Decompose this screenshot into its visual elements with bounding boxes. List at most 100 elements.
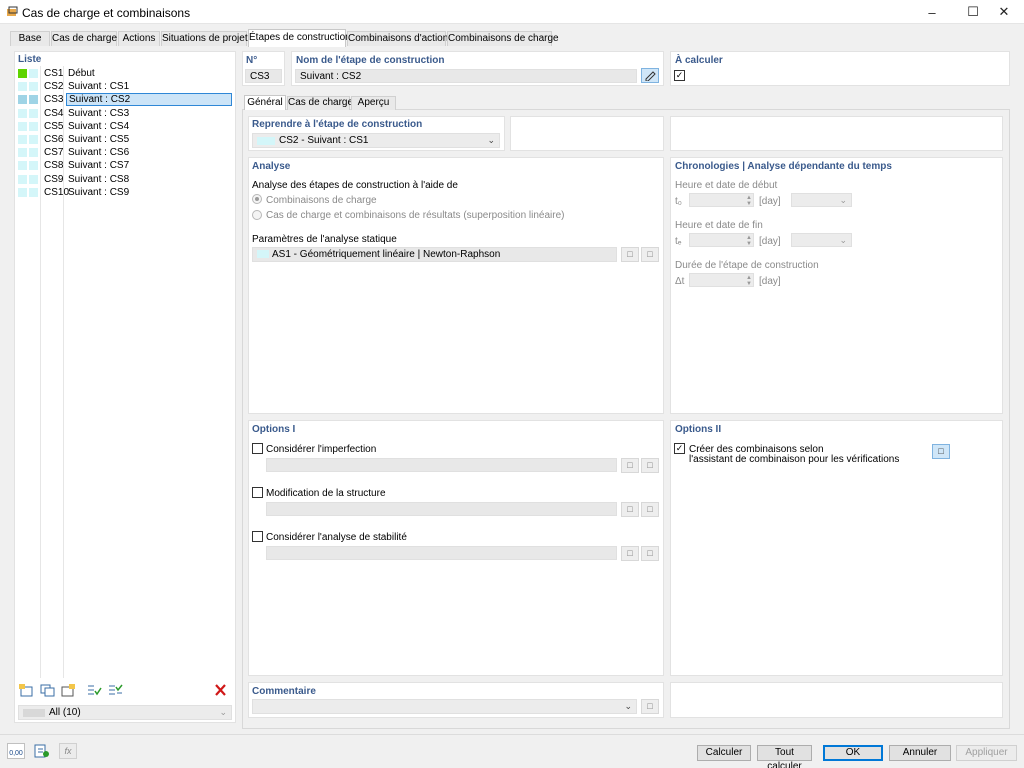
list-item[interactable]: CS2 Suivant : CS1: [16, 80, 233, 93]
minimize-button[interactable]: –: [909, 0, 955, 24]
status-swatch: [18, 174, 27, 184]
comment-dropdown[interactable]: ⌄: [252, 699, 637, 714]
tab-actions[interactable]: Actions: [118, 31, 160, 46]
info-icon[interactable]: [33, 743, 51, 759]
imperfection-checkbox[interactable]: [252, 443, 263, 454]
check-all-icon[interactable]: [86, 683, 103, 698]
edit-combination-wizard-icon[interactable]: □: [932, 444, 950, 459]
static-analysis-field[interactable]: AS1 - Géométriquement linéaire | Newton-…: [252, 247, 617, 262]
tab-load-combinations[interactable]: Combinaisons de charge: [447, 31, 559, 46]
status-swatch: [18, 161, 27, 171]
list-item-number: CS7: [44, 147, 64, 159]
edit-item-icon[interactable]: [60, 683, 77, 698]
new-imperfection-icon[interactable]: □: [621, 458, 639, 473]
list-item[interactable]: CS6 Suivant : CS5: [16, 133, 233, 146]
edit-name-icon[interactable]: [641, 68, 659, 83]
static-analysis-value: AS1 - Géométriquement linéaire | Newton-…: [272, 249, 501, 260]
list-item[interactable]: CS9 Suivant : CS8: [16, 173, 233, 186]
start-date-dropdown[interactable]: ⌄: [791, 193, 852, 207]
list-item[interactable]: CS4 Suivant : CS3: [16, 107, 233, 120]
calc-checkbox[interactable]: ✓: [674, 70, 685, 81]
tab-load-cases[interactable]: Cas de charge: [51, 31, 117, 46]
new-stability-icon[interactable]: □: [621, 546, 639, 561]
new-item-icon[interactable]: [18, 683, 35, 698]
calculate-button[interactable]: Calculer: [697, 745, 751, 761]
list-item-number: CS2: [44, 81, 64, 93]
duration-unit: [day]: [759, 276, 781, 287]
chevron-down-icon: ⌄: [487, 135, 495, 145]
subtab-load-cases[interactable]: Cas de charge: [287, 96, 353, 110]
combination-wizard-label-2: l'assistant de combinaison pour les véri…: [689, 454, 900, 465]
edit-imperfection-icon[interactable]: □: [641, 458, 659, 473]
units-icon[interactable]: 0,00: [7, 743, 25, 759]
number-field[interactable]: CS3: [245, 69, 282, 83]
list-header: Liste: [18, 54, 42, 65]
status-swatch: [18, 135, 27, 144]
start-time-spinner[interactable]: ▲ ▼: [689, 193, 754, 207]
list-item[interactable]: CS5 Suivant : CS4: [16, 120, 233, 133]
tab-base[interactable]: Base: [10, 31, 50, 46]
list-item-label: Suivant : CS5: [68, 134, 130, 145]
list-item[interactable]: CS1 Début: [16, 67, 233, 80]
formula-icon[interactable]: fx: [59, 743, 77, 759]
calculate-all-button[interactable]: Tout calculer: [757, 745, 812, 768]
delete-icon[interactable]: [212, 683, 229, 698]
tab-action-combinations[interactable]: Combinaisons d'actions: [347, 31, 453, 46]
apply-button[interactable]: Appliquer: [956, 745, 1017, 761]
duration-label: Durée de l'étape de construction: [675, 260, 819, 271]
copy-item-icon[interactable]: [39, 683, 56, 698]
tab-design-situations[interactable]: Situations de projet: [161, 31, 248, 46]
static-analysis-swatch: [257, 250, 269, 258]
close-button[interactable]: ✕: [981, 0, 1024, 24]
subtab-general[interactable]: Général: [244, 95, 286, 110]
list-item-label: Suivant : CS7: [68, 160, 130, 172]
tab-construction-stages[interactable]: Étapes de construction: [248, 29, 351, 47]
superposition-radio[interactable]: [252, 210, 262, 220]
end-time-spinner[interactable]: ▲ ▼: [689, 233, 754, 247]
stability-checkbox[interactable]: [252, 531, 263, 542]
calc-label: À calculer: [675, 55, 723, 66]
empty-panel: [510, 116, 664, 151]
list-item[interactable]: CS3 Suivant : CS2: [16, 93, 233, 107]
new-static-analysis-icon[interactable]: □: [621, 247, 639, 262]
load-combinations-radio[interactable]: [252, 194, 262, 204]
color-swatch: [29, 82, 38, 92]
duration-spinner[interactable]: ▲ ▼: [689, 273, 754, 287]
resume-dropdown[interactable]: CS2 - Suivant : CS1 ⌄: [252, 133, 500, 148]
list-item-label: Suivant : CS8: [68, 173, 130, 185]
uncheck-all-icon[interactable]: [107, 683, 124, 698]
edit-static-analysis-icon[interactable]: □: [641, 247, 659, 262]
stability-field[interactable]: [266, 546, 617, 560]
subtab-preview[interactable]: Aperçu: [351, 96, 396, 110]
load-combinations-radio-label: Combinaisons de charge: [266, 195, 377, 206]
ok-button[interactable]: OK: [823, 745, 883, 761]
modification-field[interactable]: [266, 502, 617, 516]
imperfection-field[interactable]: [266, 458, 617, 472]
combination-wizard-checkbox[interactable]: ✓: [674, 443, 685, 454]
color-swatch: [29, 187, 38, 197]
name-field[interactable]: Suivant : CS2: [295, 69, 637, 83]
list-item-label: Suivant : CS1: [68, 81, 130, 93]
modification-checkbox[interactable]: [252, 487, 263, 498]
list-item-label: Début: [68, 68, 95, 79]
static-analysis-label: Paramètres de l'analyse statique: [252, 234, 397, 245]
options-2-header: Options II: [675, 424, 722, 435]
filter-value: All (10): [49, 707, 81, 718]
resume-swatch: [257, 137, 275, 145]
list-item-number: CS8: [44, 160, 64, 172]
empty-panel: [670, 116, 1003, 151]
edit-stability-icon[interactable]: □: [641, 546, 659, 561]
new-modification-icon[interactable]: □: [621, 502, 639, 517]
list-item[interactable]: CS8 Suivant : CS7: [16, 159, 233, 172]
list-item[interactable]: CS10 Suivant : CS9: [16, 186, 233, 199]
list-item[interactable]: CS7 Suivant : CS6: [16, 146, 233, 159]
list-item-label: Suivant : CS9: [68, 186, 130, 198]
cancel-button[interactable]: Annuler: [889, 745, 951, 761]
list-item-number: CS3: [44, 94, 64, 106]
comment-edit-icon[interactable]: □: [641, 699, 659, 714]
end-date-dropdown[interactable]: ⌄: [791, 233, 852, 247]
list-item-label: Suivant : CS3: [68, 107, 130, 119]
edit-modification-icon[interactable]: □: [641, 502, 659, 517]
start-symbol: t₀: [675, 196, 682, 207]
filter-dropdown[interactable]: All (10) ⌄: [18, 705, 232, 720]
